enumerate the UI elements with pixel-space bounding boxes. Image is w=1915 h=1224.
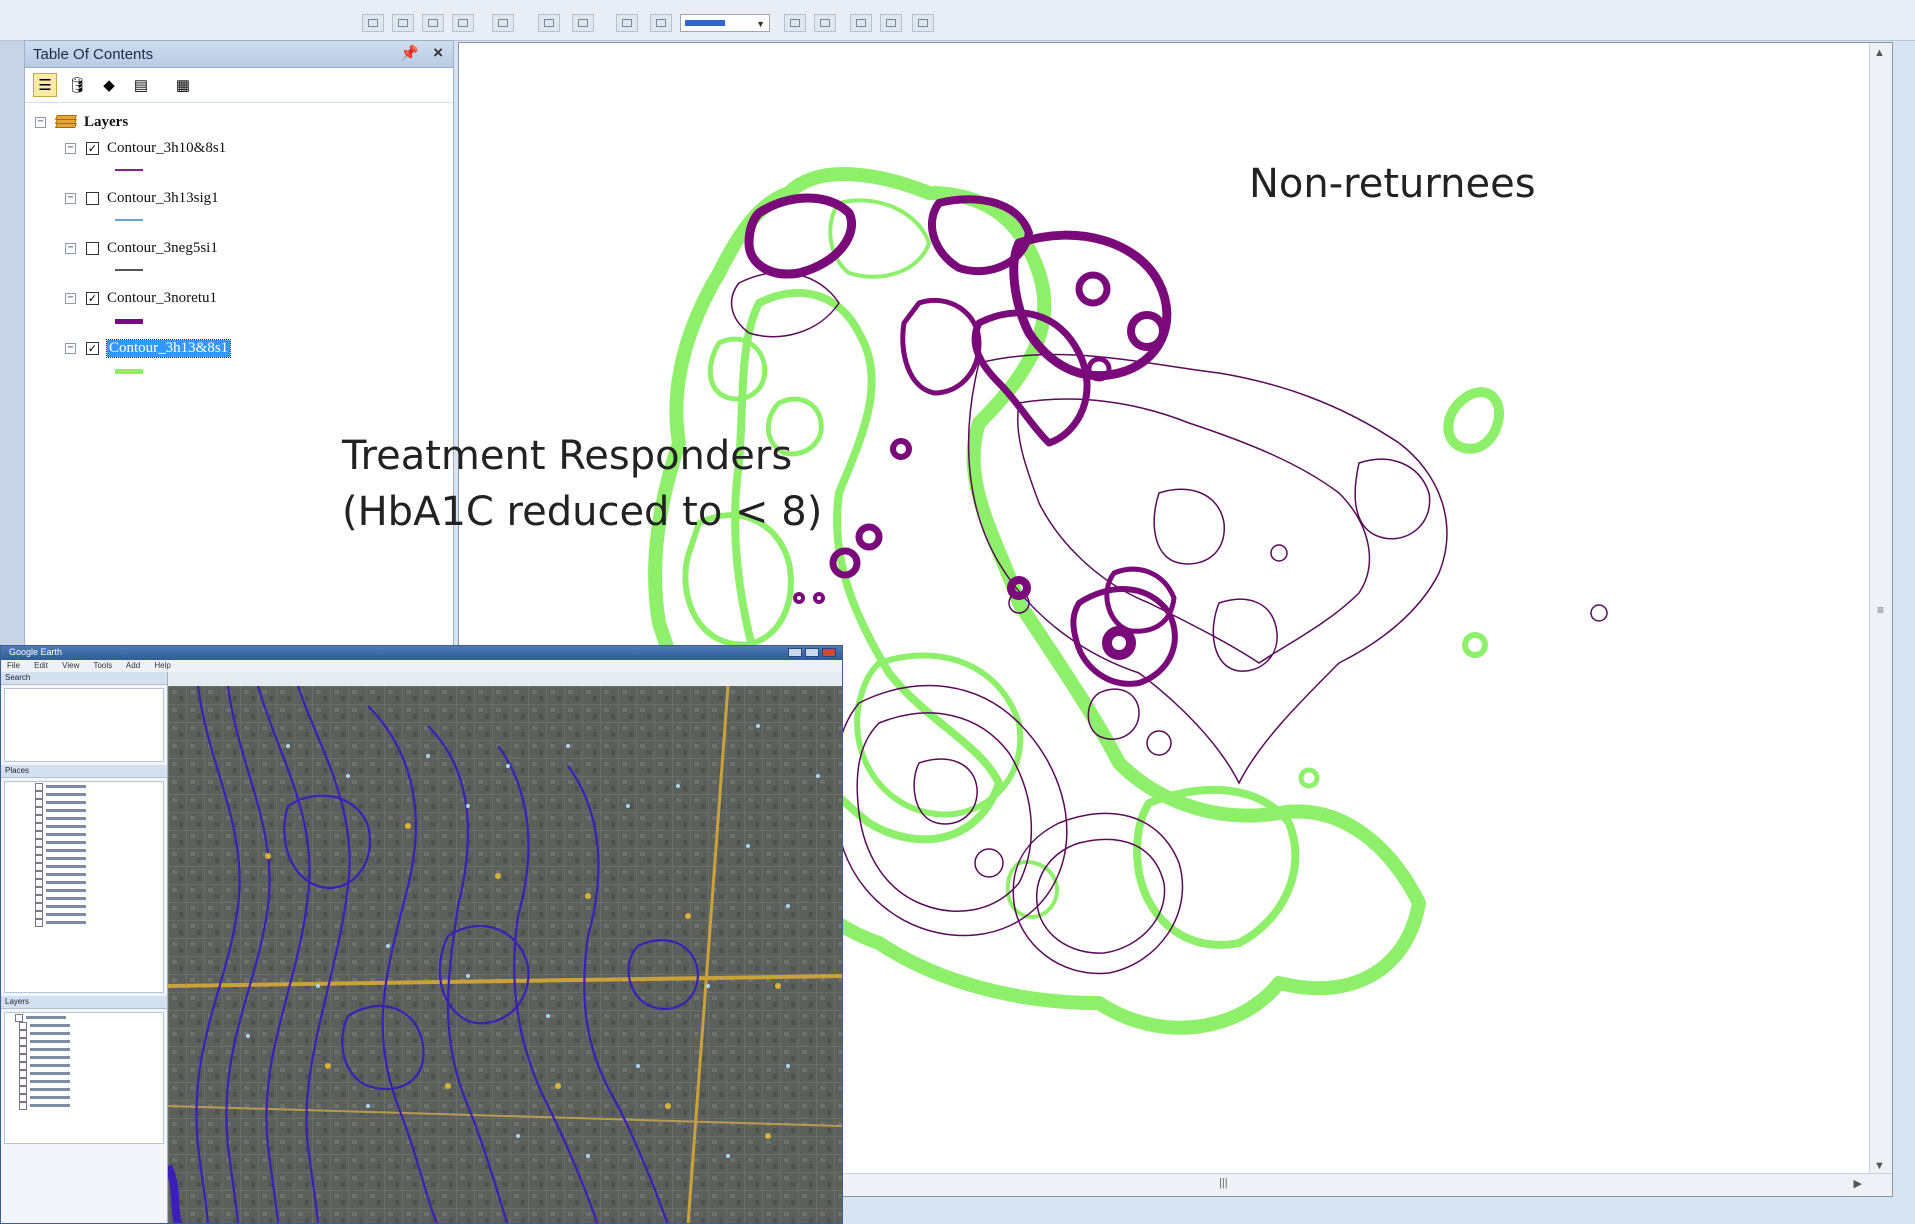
ge-search-header[interactable]: Search xyxy=(1,672,167,685)
ge-window-buttons xyxy=(788,648,836,657)
layer-checkbox[interactable]: ✓ xyxy=(86,291,99,305)
menu-edit[interactable]: Edit xyxy=(34,661,48,670)
root-label: Layers xyxy=(84,113,129,130)
close-icon[interactable] xyxy=(822,648,836,657)
minimize-icon[interactable] xyxy=(788,648,802,657)
close-icon[interactable]: × xyxy=(433,43,443,63)
layer-row[interactable]: − ✓ Contour_3h10&8s1 xyxy=(65,137,226,159)
layer-swatch xyxy=(115,319,143,324)
layer-label[interactable]: Contour_3neg5si1 xyxy=(107,240,218,257)
toolbar-button[interactable] xyxy=(392,14,414,32)
layer-swatch xyxy=(115,169,143,171)
layer-row[interactable]: − ✓ Contour_3noretu1 xyxy=(65,287,217,309)
list-by-visibility-icon[interactable]: ◆ xyxy=(97,73,121,97)
google-earth-window: Google Earth File Edit View Tools Add He… xyxy=(0,645,843,1224)
menu-add[interactable]: Add xyxy=(126,661,140,670)
label-responders-line1: Treatment Responders xyxy=(342,433,793,479)
toolbar-button[interactable] xyxy=(616,14,638,32)
ge-title: Google Earth xyxy=(9,647,63,657)
layer-checkbox[interactable]: ✓ xyxy=(86,341,99,355)
top-toolbar: ▼ xyxy=(0,0,1915,41)
toolbar-button[interactable] xyxy=(912,14,934,32)
ge-sidebar: Search Places Layers xyxy=(1,672,168,1223)
menu-view[interactable]: View xyxy=(62,661,79,670)
ge-places-header[interactable]: Places xyxy=(1,765,167,778)
chevron-down-icon: ▼ xyxy=(756,19,765,29)
toolbar-button[interactable] xyxy=(814,14,836,32)
collapse-icon[interactable]: − xyxy=(65,342,76,354)
layer-swatch xyxy=(115,369,143,374)
collapse-icon[interactable]: − xyxy=(35,116,46,128)
layers-icon xyxy=(55,115,77,129)
combo-color-swatch xyxy=(685,20,725,26)
ge-3d-view[interactable] xyxy=(168,672,842,1223)
layer-combo[interactable]: ▼ xyxy=(680,14,770,32)
ge-layers-list[interactable] xyxy=(4,1012,164,1144)
toolbar-button[interactable] xyxy=(650,14,672,32)
collapse-icon[interactable]: − xyxy=(65,292,76,304)
ge-search-box[interactable] xyxy=(4,688,164,762)
collapse-icon[interactable]: − xyxy=(65,242,76,254)
scroll-right-icon[interactable]: ▶ xyxy=(1854,1177,1862,1190)
ge-title-bar: Google Earth xyxy=(1,646,842,660)
maximize-icon[interactable] xyxy=(805,648,819,657)
menu-file[interactable]: File xyxy=(7,661,20,670)
scroll-grip-icon[interactable]: ≡ xyxy=(1877,603,1884,617)
toolbar-button[interactable] xyxy=(572,14,594,32)
pin-icon[interactable]: 📌 xyxy=(400,44,419,62)
layer-checkbox[interactable]: ✓ xyxy=(86,141,99,155)
menu-help[interactable]: Help xyxy=(154,661,170,670)
list-by-source-icon[interactable]: 🛢 xyxy=(65,73,89,97)
toolbar-button[interactable] xyxy=(850,14,872,32)
toolbar-button[interactable] xyxy=(492,14,514,32)
tree-root-layers[interactable]: − Layers xyxy=(35,111,128,133)
vertical-scrollbar[interactable]: ▲ ≡ ▼ xyxy=(1869,43,1892,1196)
label-nonreturnees: Non-returnees xyxy=(1249,161,1536,207)
options-icon[interactable]: ▦ xyxy=(171,73,195,97)
layer-swatch xyxy=(115,219,143,221)
list-by-drawing-order-icon[interactable]: ☰ xyxy=(33,73,57,97)
scroll-up-icon[interactable]: ▲ xyxy=(1874,47,1885,59)
layer-checkbox[interactable] xyxy=(86,191,99,205)
list-by-selection-icon[interactable]: ▤ xyxy=(129,73,153,97)
ge-satellite-contours xyxy=(168,686,842,1223)
layer-row[interactable]: − Contour_3h13sig1 xyxy=(65,187,219,209)
layer-checkbox[interactable] xyxy=(86,241,99,255)
toolbar-button[interactable] xyxy=(784,14,806,32)
menu-tools[interactable]: Tools xyxy=(93,661,112,670)
collapse-icon[interactable]: − xyxy=(65,192,76,204)
toc-toolbar: ☰ 🛢 ◆ ▤ ▦ xyxy=(25,68,453,103)
layer-row[interactable]: − Contour_3neg5si1 xyxy=(65,237,218,259)
label-responders-line2: (HbA1C reduced to < 8) xyxy=(342,489,823,535)
layer-label-selected[interactable]: Contour_3h13&8s1 xyxy=(105,338,232,358)
ge-places-list[interactable] xyxy=(4,781,164,993)
toc-header: Table Of Contents 📌 × xyxy=(25,41,453,68)
scroll-grip-icon[interactable]: ||| xyxy=(1219,1177,1228,1189)
ge-layers-header[interactable]: Layers xyxy=(1,996,167,1009)
collapse-icon[interactable]: − xyxy=(65,142,76,154)
layer-swatch xyxy=(115,269,143,271)
scroll-down-icon[interactable]: ▼ xyxy=(1874,1160,1885,1172)
toolbar-button[interactable] xyxy=(362,14,384,32)
toolbar-button[interactable] xyxy=(422,14,444,32)
toc-title: Table Of Contents xyxy=(33,46,154,63)
layer-label[interactable]: Contour_3h13sig1 xyxy=(107,190,219,207)
toolbar-button[interactable] xyxy=(452,14,474,32)
toolbar-button[interactable] xyxy=(880,14,902,32)
table-of-contents-panel: Table Of Contents 📌 × ☰ 🛢 ◆ ▤ ▦ − Layers… xyxy=(24,40,454,650)
ge-view-toolbar xyxy=(168,672,842,687)
layer-label[interactable]: Contour_3noretu1 xyxy=(107,290,217,307)
layer-row[interactable]: − ✓ Contour_3h13&8s1 xyxy=(65,337,232,359)
toolbar-button[interactable] xyxy=(538,14,560,32)
layer-label[interactable]: Contour_3h10&8s1 xyxy=(107,140,226,157)
label-treatment-responders: Treatment Responders (HbA1C reduced to <… xyxy=(342,428,822,540)
